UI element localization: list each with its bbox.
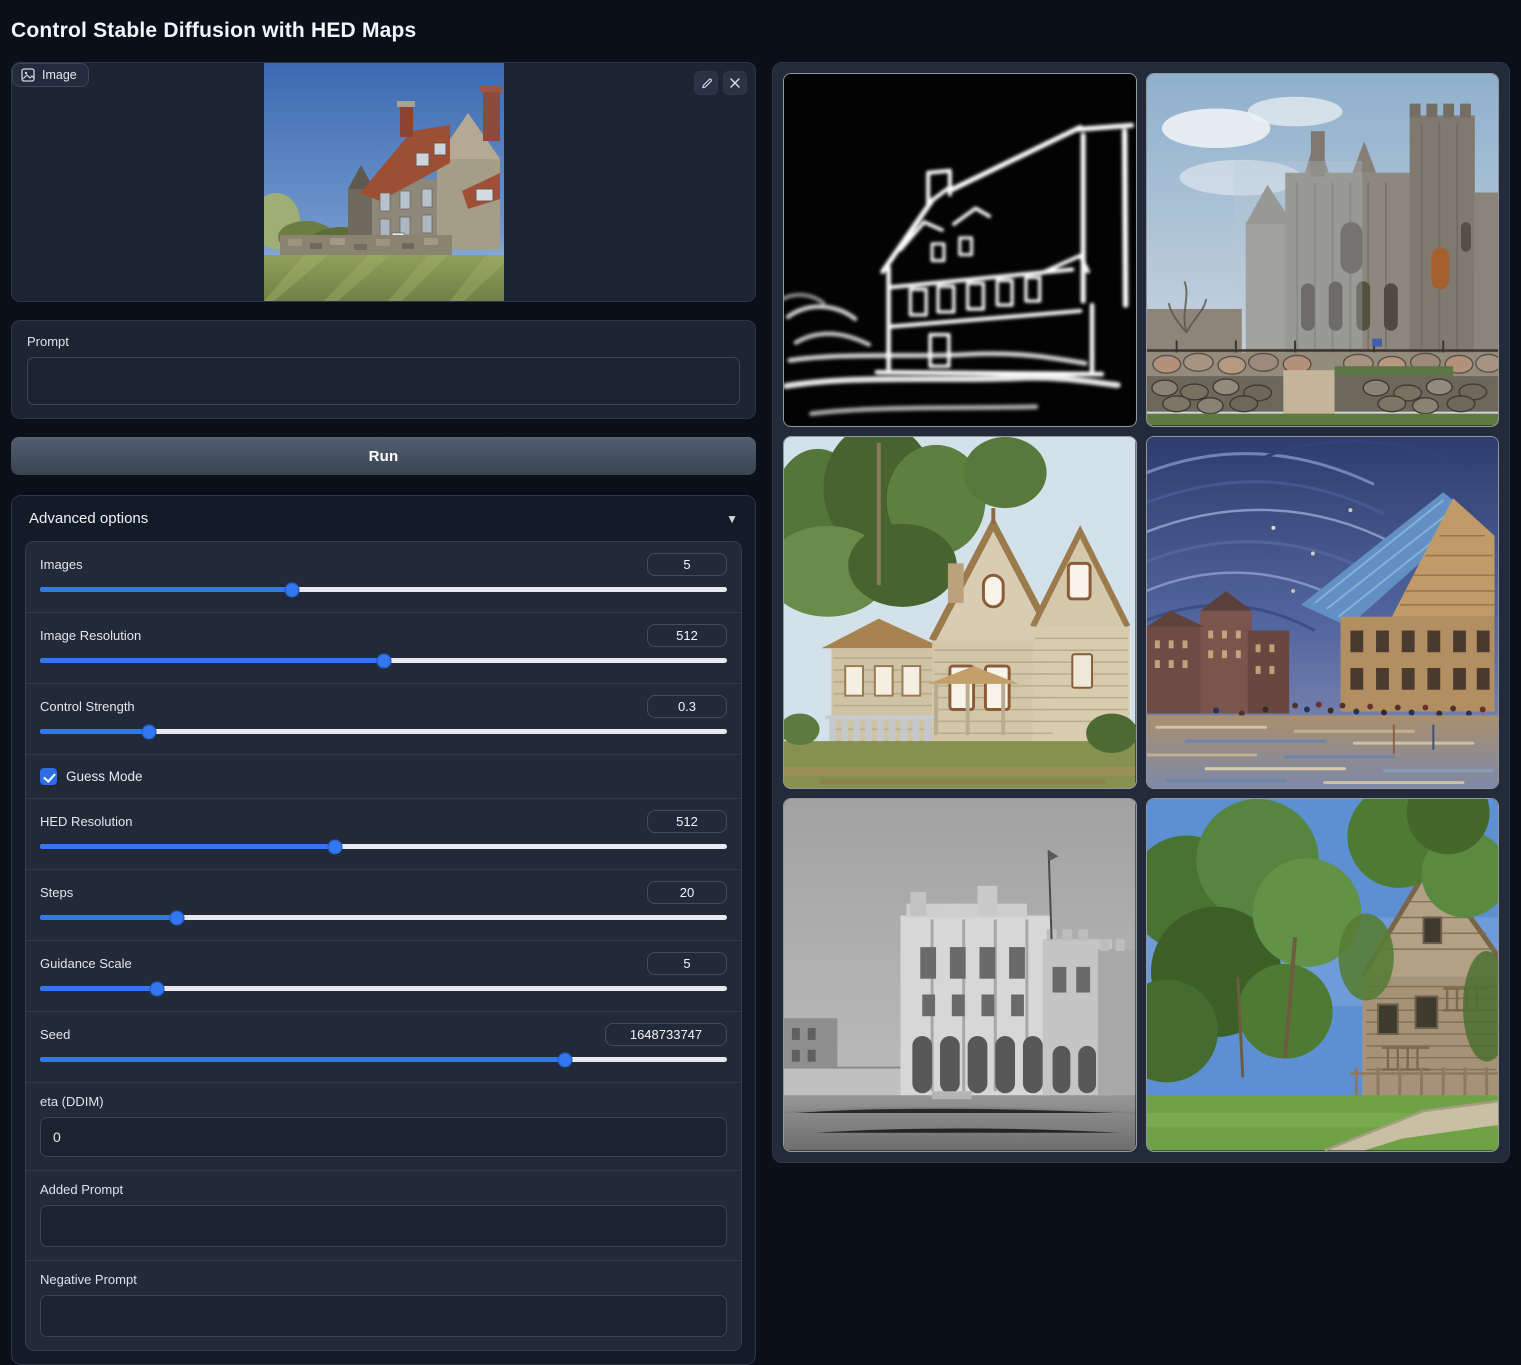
slider-row-image-resolution: Image Resolution 512 (26, 613, 741, 684)
page-title: Control Stable Diffusion with HED Maps (11, 19, 1510, 43)
control-strength-slider-handle[interactable] (141, 724, 156, 739)
edit-image-button[interactable] (694, 71, 718, 95)
control-strength-value[interactable]: 0.3 (647, 695, 727, 718)
negative-prompt-input[interactable] (40, 1295, 727, 1337)
image-resolution-slider-handle[interactable] (376, 653, 391, 668)
negative-prompt-row: Negative Prompt (26, 1261, 741, 1350)
image-icon (21, 68, 35, 82)
added-prompt-input[interactable] (40, 1205, 727, 1247)
control-strength-slider-fill (40, 729, 149, 734)
run-button[interactable]: Run (11, 437, 756, 475)
steps-slider[interactable] (40, 915, 727, 920)
results-column (772, 62, 1510, 1163)
gallery-item-bw-building[interactable] (783, 798, 1137, 1152)
hed-map-image (784, 74, 1136, 426)
wooden-house-image (784, 437, 1136, 789)
slider-row-steps: Steps 20 (26, 870, 741, 941)
advanced-options-header[interactable]: Advanced options ▼ (12, 496, 755, 541)
guess-mode-checkbox[interactable] (40, 768, 57, 785)
seed-slider-handle[interactable] (557, 1052, 572, 1067)
seed-value[interactable]: 1648733747 (605, 1023, 727, 1046)
image-resolution-label: Image Resolution (40, 628, 141, 643)
hed-resolution-slider[interactable] (40, 844, 727, 849)
controls-column: Image (11, 62, 756, 1365)
images-slider-fill (40, 587, 292, 592)
slider-row-guidance-scale: Guidance Scale 5 (26, 941, 741, 1012)
slider-row-hed-resolution: HED Resolution 512 (26, 799, 741, 870)
control-strength-label: Control Strength (40, 699, 135, 714)
images-slider[interactable] (40, 587, 727, 592)
hed-resolution-slider-fill (40, 844, 335, 849)
images-slider-handle[interactable] (285, 582, 300, 597)
output-gallery (772, 62, 1510, 1163)
steps-label: Steps (40, 885, 73, 900)
cathedral-image (1147, 74, 1499, 426)
pencil-icon (700, 77, 713, 90)
seed-slider-fill (40, 1057, 565, 1062)
guidance-scale-slider-fill (40, 986, 157, 991)
guidance-scale-slider-handle[interactable] (150, 981, 165, 996)
control-strength-slider[interactable] (40, 729, 727, 734)
main-columns: Image (11, 62, 1510, 1365)
images-value[interactable]: 5 (647, 553, 727, 576)
gallery-item-cathedral[interactable] (1146, 73, 1500, 427)
seed-label: Seed (40, 1027, 70, 1042)
guess-mode-row: Guess Mode (26, 755, 741, 799)
slider-row-control-strength: Control Strength 0.3 (26, 684, 741, 755)
guidance-scale-slider[interactable] (40, 986, 727, 991)
image-resolution-slider[interactable] (40, 658, 727, 663)
guidance-scale-label: Guidance Scale (40, 956, 132, 971)
steps-slider-fill (40, 915, 177, 920)
hed-resolution-label: HED Resolution (40, 814, 133, 829)
slider-row-seed: Seed 1648733747 (26, 1012, 741, 1083)
triangle-down-icon: ▼ (726, 512, 738, 526)
prompt-input[interactable] (27, 357, 740, 405)
gallery-item-wooden-house[interactable] (783, 436, 1137, 790)
impressionist-image (1147, 437, 1499, 789)
overgrown-house-image (1147, 799, 1499, 1151)
negative-prompt-label: Negative Prompt (40, 1272, 727, 1287)
input-house-photo (264, 63, 504, 301)
eta-label: eta (DDIM) (40, 1094, 727, 1109)
guidance-scale-value[interactable]: 5 (647, 952, 727, 975)
advanced-options-form: Images 5 Image Resolution 512 (25, 541, 742, 1351)
image-component-label-text: Image (42, 68, 77, 82)
eta-input[interactable] (40, 1117, 727, 1157)
advanced-options-accordion: Advanced options ▼ Images 5 (11, 495, 756, 1365)
clear-image-button[interactable] (723, 71, 747, 95)
image-resolution-slider-fill (40, 658, 384, 663)
added-prompt-label: Added Prompt (40, 1182, 727, 1197)
image-corner-buttons (694, 71, 747, 95)
advanced-options-title: Advanced options (29, 510, 148, 527)
gallery-item-overgrown-house[interactable] (1146, 798, 1500, 1152)
gallery-item-impressionist[interactable] (1146, 436, 1500, 790)
slider-row-images: Images 5 (26, 542, 741, 613)
close-icon (729, 77, 741, 89)
prompt-panel: Prompt (11, 320, 756, 419)
seed-slider[interactable] (40, 1057, 727, 1062)
gallery-item-hed-map[interactable] (783, 73, 1137, 427)
added-prompt-row: Added Prompt (26, 1171, 741, 1261)
hed-resolution-slider-handle[interactable] (328, 839, 343, 854)
steps-slider-handle[interactable] (170, 910, 185, 925)
guess-mode-label: Guess Mode (66, 769, 143, 784)
prompt-label: Prompt (27, 334, 740, 349)
bw-building-image (784, 799, 1136, 1151)
input-image-dropzone[interactable]: Image (11, 62, 756, 302)
image-resolution-value[interactable]: 512 (647, 624, 727, 647)
hed-resolution-value[interactable]: 512 (647, 810, 727, 833)
image-component-label: Image (12, 63, 89, 87)
steps-value[interactable]: 20 (647, 881, 727, 904)
images-label: Images (40, 557, 83, 572)
eta-row: eta (DDIM) (26, 1083, 741, 1171)
